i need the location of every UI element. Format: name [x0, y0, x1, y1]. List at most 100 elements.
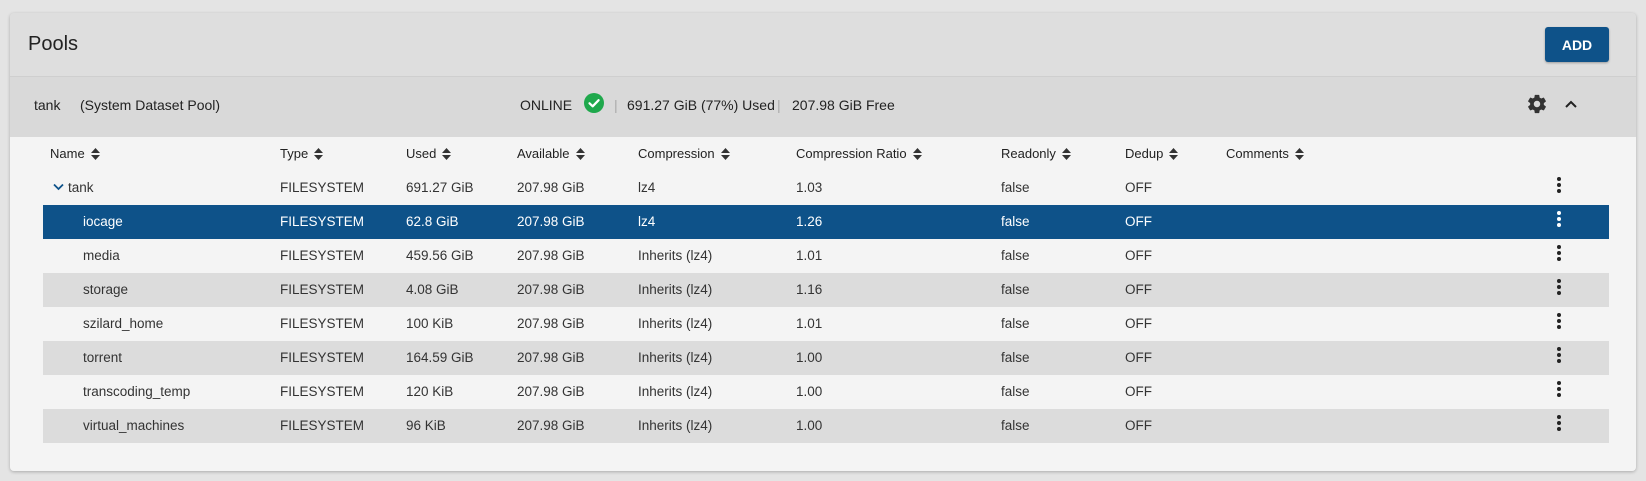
chevron-down-icon[interactable] — [53, 183, 64, 191]
cell-name: transcoding_temp — [83, 384, 191, 399]
more-vert-icon[interactable] — [1556, 210, 1562, 228]
cell-used: 100 KiB — [406, 316, 454, 331]
cell-readonly: false — [1001, 350, 1030, 365]
cell-compression: Inherits (lz4) — [638, 384, 713, 399]
column-label: Compression — [638, 146, 715, 161]
cell-type: FILESYSTEM — [280, 350, 365, 365]
column-label: Dedup — [1125, 146, 1164, 161]
cell-used: 96 KiB — [406, 418, 446, 433]
cell-name: iocage — [83, 214, 123, 229]
column-header-compression[interactable]: Compression — [638, 146, 730, 161]
column-label: Name — [50, 146, 85, 161]
column-header-comments[interactable]: Comments — [1226, 146, 1304, 161]
cell-name: storage — [83, 282, 129, 297]
cell-type: FILESYSTEM — [280, 180, 365, 195]
cell-used: 62.8 GiB — [406, 214, 459, 229]
cell-name: tank — [68, 180, 94, 195]
cell-name: torrent — [83, 350, 123, 365]
gear-icon[interactable] — [1526, 93, 1548, 115]
table-body: tank FILESYSTEM 691.27 GiB 207.98 GiB lz4 1.0… — [43, 171, 1609, 443]
sort-icon[interactable] — [912, 147, 922, 160]
pool-name: tank — [34, 97, 61, 113]
cell-available: 207.98 GiB — [517, 214, 585, 229]
sort-icon[interactable] — [314, 147, 324, 160]
cell-available: 207.98 GiB — [517, 350, 585, 365]
card-header: Pools ADD — [10, 13, 1636, 76]
column-label: Available — [517, 146, 570, 161]
cell-available: 207.98 GiB — [517, 180, 585, 195]
more-vert-icon[interactable] — [1556, 244, 1562, 262]
sort-icon[interactable] — [1169, 147, 1179, 160]
cell-available: 207.98 GiB — [517, 248, 585, 263]
column-header-readonly[interactable]: Readonly — [1001, 146, 1071, 161]
column-label: Readonly — [1001, 146, 1056, 161]
cell-readonly: false — [1001, 248, 1030, 263]
column-header-dedup[interactable]: Dedup — [1125, 146, 1179, 161]
sort-icon[interactable] — [575, 147, 585, 160]
sort-icon[interactable] — [1294, 147, 1304, 160]
cell-dedup: OFF — [1125, 248, 1152, 263]
table-row[interactable]: transcoding_temp FILESYSTEM 120 KiB 207.98 … — [43, 375, 1609, 409]
check-circle-icon — [584, 93, 604, 113]
more-vert-icon[interactable] — [1556, 346, 1562, 364]
column-header-type[interactable]: Type — [280, 146, 324, 161]
cell-name: szilard_home — [83, 316, 164, 331]
more-vert-icon[interactable] — [1556, 312, 1562, 330]
table-header: Name Type Used Available Compression Compress… — [43, 137, 1609, 171]
table-row[interactable]: virtual_machines FILESYSTEM 96 KiB 207.98 G… — [43, 409, 1609, 443]
cell-compression: Inherits (lz4) — [638, 418, 713, 433]
cell-dedup: OFF — [1125, 316, 1152, 331]
pool-used: 691.27 GiB (77%) Used — [627, 97, 775, 113]
cell-available: 207.98 GiB — [517, 418, 585, 433]
cell-readonly: false — [1001, 282, 1030, 297]
cell-ratio: 1.16 — [796, 282, 823, 297]
more-vert-icon[interactable] — [1556, 380, 1562, 398]
cell-dedup: OFF — [1125, 180, 1152, 195]
more-vert-icon[interactable] — [1556, 278, 1562, 296]
table-row[interactable]: tank FILESYSTEM 691.27 GiB 207.98 GiB lz4 1.0… — [43, 171, 1609, 205]
cell-type: FILESYSTEM — [280, 384, 365, 399]
cell-readonly: false — [1001, 316, 1030, 331]
cell-used: 459.56 GiB — [406, 248, 474, 263]
add-button[interactable]: ADD — [1545, 27, 1609, 62]
table-row[interactable]: szilard_home FILESYSTEM 100 KiB 207.98 GiB I… — [43, 307, 1609, 341]
cell-readonly: false — [1001, 418, 1030, 433]
sort-icon[interactable] — [1061, 147, 1071, 160]
column-header-available[interactable]: Available — [517, 146, 585, 161]
sort-icon[interactable] — [90, 147, 100, 160]
table-row[interactable]: storage FILESYSTEM 4.08 GiB 207.98 GiB Inher… — [43, 273, 1609, 307]
column-label: Compression Ratio — [796, 146, 907, 161]
cell-used: 4.08 GiB — [406, 282, 459, 297]
cell-used: 164.59 GiB — [406, 350, 474, 365]
cell-type: FILESYSTEM — [280, 214, 365, 229]
column-header-name[interactable]: Name — [50, 146, 100, 161]
cell-ratio: 1.03 — [796, 180, 823, 195]
cell-dedup: OFF — [1125, 214, 1152, 229]
more-vert-icon[interactable] — [1556, 176, 1562, 194]
table-row[interactable]: iocage FILESYSTEM 62.8 GiB 207.98 GiB lz4 1.2… — [43, 205, 1609, 239]
cell-compression: Inherits (lz4) — [638, 282, 713, 297]
column-label: Type — [280, 146, 309, 161]
cell-compression: Inherits (lz4) — [638, 350, 713, 365]
sort-icon[interactable] — [442, 147, 452, 160]
column-header-used[interactable]: Used — [406, 146, 452, 161]
dataset-table: Name Type Used Available Compression Compress… — [10, 137, 1636, 471]
pool-summary-bar[interactable]: tank (System Dataset Pool) ONLINE | 691.… — [10, 76, 1636, 137]
cell-name: media — [83, 248, 120, 263]
cell-readonly: false — [1001, 214, 1030, 229]
page-title: Pools — [28, 33, 79, 55]
chevron-up-icon[interactable] — [1563, 96, 1579, 112]
cell-compression: lz4 — [638, 214, 656, 229]
column-label: Comments — [1226, 146, 1289, 161]
pool-free: 207.98 GiB Free — [792, 97, 895, 113]
cell-type: FILESYSTEM — [280, 248, 365, 263]
cell-dedup: OFF — [1125, 418, 1152, 433]
cell-available: 207.98 GiB — [517, 384, 585, 399]
more-vert-icon[interactable] — [1556, 414, 1562, 432]
table-row[interactable]: torrent FILESYSTEM 164.59 GiB 207.98 GiB Inh… — [43, 341, 1609, 375]
column-header-ratio[interactable]: Compression Ratio — [796, 146, 922, 161]
cell-dedup: OFF — [1125, 282, 1152, 297]
cell-ratio: 1.00 — [796, 418, 823, 433]
table-row[interactable]: media FILESYSTEM 459.56 GiB 207.98 GiB Inher… — [43, 239, 1609, 273]
sort-icon[interactable] — [720, 147, 730, 160]
